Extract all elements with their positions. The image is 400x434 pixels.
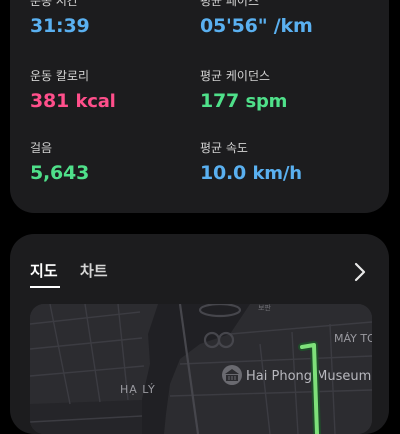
stat-calories: 운동 칼로리 381 kcal [30,69,116,114]
tab-map[interactable]: 지도 [30,260,58,281]
museum-icon [222,365,242,385]
map-canvas: 보판 HẠ LÝ MÁY TƠ Hai Phong Museum [30,304,372,434]
stat-speed-unit: km/h [252,163,303,184]
stat-cadence-unit: spm [245,91,288,112]
stat-calories-unit: kcal [75,91,116,112]
map-label-museum: Hai Phong Museum [246,369,371,384]
stat-cadence-label: 평균 케이던스 [200,69,271,83]
tab-chart[interactable]: 차트 [80,260,108,281]
stat-speed-number: 10.0 [200,162,247,184]
stat-cadence-value: 177 spm [200,89,287,114]
workout-stats-card: 운동 시간 31:39 평균 페이스 05'56" /km 운동 칼로리 381… [10,0,389,213]
stat-steps: 걸음 5,643 [30,141,89,185]
stat-duration-label: 운동 시간 [30,0,78,8]
stat-cadence: 평균 케이던스 177 spm [200,69,287,114]
map-label-small: 보판 [258,304,271,312]
stat-speed: 평균 속도 10.0 km/h [200,141,302,186]
stat-duration-value: 31:39 [30,15,90,37]
stat-steps-value: 5,643 [30,162,90,184]
stat-cadence-number: 177 [200,90,240,112]
stat-steps-label: 걸음 [30,141,53,155]
stat-pace-value: 05'56" /km [200,15,313,37]
map-label-ha-ly: HẠ LÝ [120,383,156,396]
stat-calories-number: 381 [30,90,70,112]
active-tab-indicator [30,286,60,288]
stat-speed-label: 평균 속도 [200,141,248,155]
stat-duration: 운동 시간 31:39 [30,0,90,38]
stat-calories-label: 운동 칼로리 [30,69,90,83]
stat-calories-value: 381 kcal [30,89,116,114]
route-card: 지도 차트 보판 HẠ LÝ MÁY T Hai Phong Museum [10,234,389,434]
stat-pace: 평균 페이스 05'56" /km [200,0,313,38]
stat-pace-label: 평균 페이스 [200,0,260,8]
stat-speed-value: 10.0 km/h [200,161,302,186]
chevron-right-icon[interactable] [352,262,368,282]
route-map[interactable]: 보판 HẠ LÝ MÁY TƠ Hai Phong Museum [30,304,372,434]
map-label-may-to: MÁY TƠ [334,332,372,345]
